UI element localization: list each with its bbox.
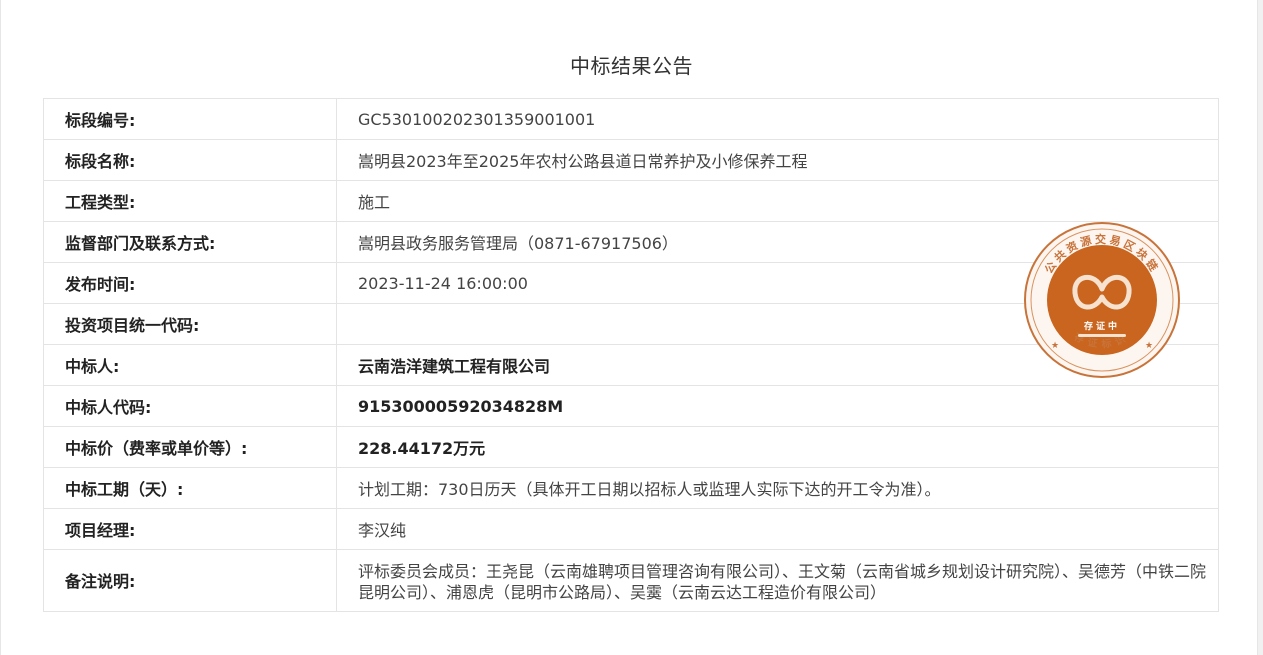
row-value-remarks: 评标委员会成员：王尧昆（云南雄聘项目管理咨询有限公司）、王文菊（云南省城乡规划设… (336, 549, 1219, 612)
blockchain-stamp: 公共资源交易区块链 存证标识 ★ ★ 存证中 (1024, 222, 1180, 378)
row-label-remarks: 备注说明: (43, 549, 337, 612)
table-row: 中标工期（天）: 计划工期：730日历天（具体开工日期以招标人或监理人实际下达的… (43, 467, 1219, 509)
table-row: 项目经理: 李汉纯 (43, 508, 1219, 550)
row-value-manager: 李汉纯 (336, 508, 1219, 550)
row-label-project-code: 投资项目统一代码: (43, 303, 337, 345)
row-label-publish-time: 发布时间: (43, 262, 337, 304)
stamp-bar (1078, 334, 1126, 337)
table-row: 备注说明: 评标委员会成员：王尧昆（云南雄聘项目管理咨询有限公司）、王文菊（云南… (43, 549, 1219, 612)
row-value-duration: 计划工期：730日历天（具体开工日期以招标人或监理人实际下达的开工令为准）。 (336, 467, 1219, 509)
star-icon: ★ (1051, 341, 1059, 351)
row-value-section-name: 嵩明县2023年至2025年农村公路县道日常养护及小修保养工程 (336, 139, 1219, 181)
table-row: 工程类型: 施工 (43, 180, 1219, 222)
row-value-project-type: 施工 (336, 180, 1219, 222)
table-row: 中标价（费率或单价等）: 228.44172万元 (43, 426, 1219, 468)
row-label-supervisor: 监督部门及联系方式: (43, 221, 337, 263)
row-label-winner: 中标人: (43, 344, 337, 386)
row-value-section-code: GC5301002023013590010​01 (336, 98, 1219, 140)
row-value-price: 228.44172万元 (336, 426, 1219, 468)
row-label-duration: 中标工期（天）: (43, 467, 337, 509)
row-label-section-name: 标段名称: (43, 139, 337, 181)
row-label-winner-code: 中标人代码: (43, 385, 337, 427)
scrollbar[interactable] (1258, 0, 1263, 655)
page-title: 中标结果公告 (570, 54, 693, 78)
table-row: 中标人代码: 91530000592034828M (43, 385, 1219, 427)
row-value-winner-code: 91530000592034828M (336, 385, 1219, 427)
star-icon: ★ (1145, 341, 1153, 351)
row-label-price: 中标价（费率或单价等）: (43, 426, 337, 468)
row-label-project-type: 工程类型: (43, 180, 337, 222)
table-row: 标段名称: 嵩明县2023年至2025年农村公路县道日常养护及小修保养工程 (43, 139, 1219, 181)
stamp-center-text: 存证中 (1084, 320, 1120, 332)
row-label-manager: 项目经理: (43, 508, 337, 550)
row-label-section-code: 标段编号: (43, 98, 337, 140)
table-row: 标段编号: GC5301002023013590010​01 (43, 98, 1219, 140)
